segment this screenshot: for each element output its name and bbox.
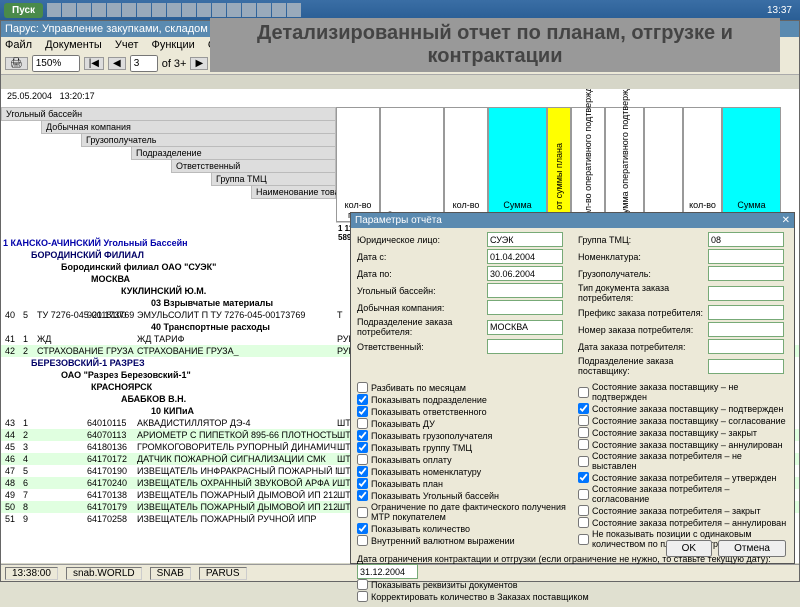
status-time: 13:38:00 [5, 567, 58, 580]
chk-Показывать группу ТМЦ[interactable] [357, 442, 368, 453]
field-Дата с:[interactable] [487, 249, 563, 264]
field-Добычная компания:[interactable] [487, 300, 563, 315]
header-hierarchy: Угольный бассейнДобычная компанияГрузопо… [1, 107, 336, 198]
menu-acct[interactable]: Учет [115, 39, 139, 51]
dialog-titlebar: Параметры отчёта ✕ [351, 213, 794, 228]
chk-Показывать грузополучателя[interactable] [357, 430, 368, 441]
chk-Показывать ответственного[interactable] [357, 406, 368, 417]
nav-prev[interactable]: ◀ [108, 57, 126, 70]
field-Номер заказа потребителя:[interactable] [708, 322, 784, 337]
chk-Не показывать позиции с одинаковым количеством по плану и контрактации[interactable] [578, 534, 589, 545]
taskbar: Пуск 13:37 [0, 0, 800, 20]
field-Подразделение заказа поставщику:[interactable] [708, 359, 784, 374]
field-Подразделение заказа потребителя:[interactable] [487, 320, 563, 335]
hier-6: Наименование товара [251, 185, 336, 199]
nav-next[interactable]: ▶ [190, 57, 208, 70]
chk-Состояние заказа потребителя – утвержден[interactable] [578, 472, 589, 483]
col-3: Сумма контрактации [488, 107, 547, 222]
field-Группа ТМЦ:[interactable] [708, 232, 784, 247]
chk-Показывать Угольный бассейн[interactable] [357, 490, 368, 501]
hier-1: Добычная компания [41, 120, 336, 134]
report-stamp: 25.05.2004 13:20:17 [1, 89, 799, 103]
chk-Состояние заказа поставщику – закрыт[interactable] [578, 427, 589, 438]
close-icon[interactable]: ✕ [782, 215, 790, 226]
page-of: of 3+ [162, 58, 187, 70]
status-tab-2[interactable]: PARUS [199, 567, 247, 580]
chk-Показывать подразделение[interactable] [357, 394, 368, 405]
col-1: Сумма план [380, 107, 444, 222]
hier-0: Угольный бассейн [1, 107, 336, 121]
chk-Ограничение по дате фактического получения МТР покупателем[interactable] [357, 507, 368, 518]
report-params-dialog: Параметры отчёта ✕ Юридическое лицо:Дата… [350, 212, 795, 564]
zoom-input[interactable] [32, 55, 80, 72]
col-4: % от суммы плана [547, 107, 571, 222]
field-Префикс заказа потребителя:[interactable] [708, 305, 784, 320]
field-Дата заказа потребителя:[interactable] [708, 339, 784, 354]
hier-5: Группа ТМЦ [211, 172, 336, 186]
limit-date-input[interactable] [357, 564, 418, 579]
field-Дата по:[interactable] [487, 266, 563, 281]
chk-Показывать оплату[interactable] [357, 454, 368, 465]
col-6: Сумма оперативного подтверждения отгрузк… [605, 107, 644, 222]
chk-Состояние заказа потребителя – закрыт[interactable] [578, 505, 589, 516]
chk-Внутренний валютном выражении[interactable] [357, 535, 368, 546]
banner-title: Детализированный отчет по планам, отгруз… [210, 18, 780, 72]
chk-Показывать номенклатуру[interactable] [357, 466, 368, 477]
col-8: кол-во отгр. [683, 107, 722, 222]
field-Тип документа заказа потребителя:[interactable] [708, 286, 784, 301]
menu-file[interactable]: Файл [5, 39, 32, 51]
nav-first[interactable]: |◀ [84, 57, 104, 70]
chk-Состояние заказа потребителя – согласование[interactable] [578, 489, 589, 500]
ok-button[interactable]: OK [666, 540, 712, 557]
field-Грузополучатель:[interactable] [708, 266, 784, 281]
chk-Состояние заказа поставщику – аннулирован[interactable] [578, 439, 589, 450]
field-Юридическое лицо:[interactable] [487, 232, 563, 247]
clock: 13:37 [763, 5, 796, 16]
col-5: кол-во оперативного подтверждения отгруз… [571, 107, 605, 222]
hier-3: Подразделение [131, 146, 336, 160]
taskbar-apps [47, 3, 301, 17]
field-Номенклатура:[interactable] [708, 249, 784, 264]
column-headers: кол-во планСумма планкол-во контр.Сумма … [336, 107, 781, 222]
field-Ответственный:[interactable] [487, 339, 563, 354]
menu-docs[interactable]: Документы [45, 39, 102, 51]
col-0: кол-во план [336, 107, 380, 222]
menu-funcs[interactable]: Функции [151, 39, 194, 51]
chk-Корректировать количество в Заказах поставщиком[interactable] [357, 591, 368, 602]
hier-2: Грузополучатель [81, 133, 336, 147]
chk-Состояние заказа поставщику – подтвержден[interactable] [578, 403, 589, 414]
col-9: Сумма отгрузки [722, 107, 781, 222]
page-input[interactable] [130, 55, 158, 72]
hier-4: Ответственный [171, 159, 336, 173]
chk-Разбивать по месяцам[interactable] [357, 382, 368, 393]
col-2: кол-во контр. [444, 107, 488, 222]
start-button[interactable]: Пуск [4, 3, 43, 18]
col-7 [644, 107, 683, 222]
chk-Состояние заказа поставщику – не подтвержден[interactable] [578, 387, 589, 398]
chk-Показывать реквизиты документов[interactable] [357, 579, 368, 590]
chk-Состояние заказа поставщику – согласование[interactable] [578, 415, 589, 426]
chk-Показывать план[interactable] [357, 478, 368, 489]
print-icon[interactable]: 🖨 [5, 57, 28, 70]
status-tab-0[interactable]: snab.WORLD [66, 567, 142, 580]
chk-Показывать ДУ[interactable] [357, 418, 368, 429]
chk-Состояние заказа потребителя – аннулирован[interactable] [578, 517, 589, 528]
field-Угольный бассейн:[interactable] [487, 283, 563, 298]
cancel-button[interactable]: Отмена [718, 540, 786, 557]
status-tab-1[interactable]: SNAB [150, 567, 191, 580]
chk-Показывать количество[interactable] [357, 523, 368, 534]
chk-Состояние заказа потребителя – не выставлен[interactable] [578, 456, 589, 467]
